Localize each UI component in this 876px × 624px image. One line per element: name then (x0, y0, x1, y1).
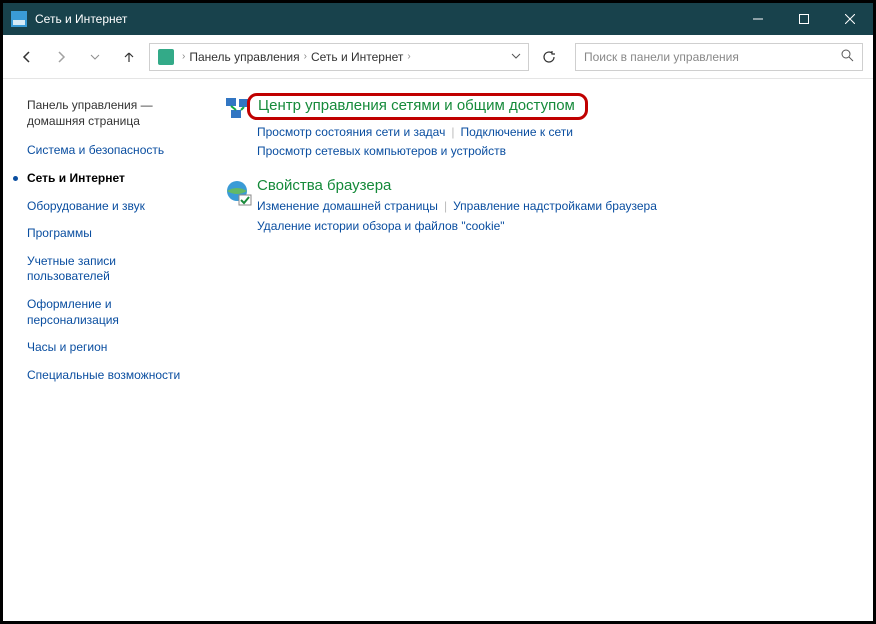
search-input[interactable]: Поиск в панели управления (575, 43, 863, 71)
section-network-center: Центр управления сетями и общим доступом… (221, 93, 853, 161)
close-button[interactable] (827, 3, 873, 35)
app-icon (11, 11, 27, 27)
chevron-right-icon: › (300, 51, 311, 62)
sidebar-item-programs[interactable]: Программы (27, 226, 199, 242)
link-view-devices[interactable]: Просмотр сетевых компьютеров и устройств (257, 144, 506, 158)
refresh-button[interactable] (535, 43, 563, 71)
sidebar-item-hardware[interactable]: Оборудование и звук (27, 199, 199, 215)
link-network-center[interactable]: Центр управления сетями и общим доступом (247, 93, 588, 120)
link-addons[interactable]: Управление надстройками браузера (453, 199, 657, 213)
back-button[interactable] (13, 43, 41, 71)
window-title: Сеть и Интернет (35, 12, 735, 26)
link-browser-props[interactable]: Свойства браузера (257, 177, 853, 194)
search-placeholder: Поиск в панели управления (584, 50, 739, 64)
link-clear-history[interactable]: Удаление истории обзора и файлов "cookie… (257, 219, 505, 233)
breadcrumb-here[interactable]: Сеть и Интернет (311, 50, 403, 64)
search-icon (841, 49, 854, 65)
sidebar-item-system[interactable]: Система и безопасность (27, 143, 199, 159)
sidebar-item-accounts[interactable]: Учетные записи пользователей (27, 254, 199, 285)
minimize-button[interactable] (735, 3, 781, 35)
sidebar-item-access[interactable]: Специальные возможности (27, 368, 199, 384)
sidebar-item-clock[interactable]: Часы и регион (27, 340, 199, 356)
content: Панель управления — домашняя страница Си… (3, 79, 873, 615)
maximize-button[interactable] (781, 3, 827, 35)
panel-icon (158, 49, 174, 65)
link-connect-network[interactable]: Подключение к сети (460, 125, 572, 139)
titlebar: Сеть и Интернет (3, 3, 873, 35)
browser-icon (221, 177, 257, 235)
address-bar[interactable]: › Панель управления › Сеть и Интернет › (149, 43, 529, 71)
chevron-right-icon: › (178, 51, 189, 62)
history-dropdown[interactable] (81, 43, 109, 71)
sidebar-item-appearance[interactable]: Оформление и персонализация (27, 297, 199, 328)
chevron-right-icon: › (403, 51, 414, 62)
address-dropdown[interactable] (504, 50, 528, 64)
toolbar: › Панель управления › Сеть и Интернет › … (3, 35, 873, 79)
up-button[interactable] (115, 43, 143, 71)
sidebar-home[interactable]: Панель управления — домашняя страница (27, 97, 199, 129)
forward-button[interactable] (47, 43, 75, 71)
sidebar: Панель управления — домашняя страница Си… (3, 79, 213, 615)
section-browser: Свойства браузера Изменение домашней стр… (221, 177, 853, 235)
sidebar-item-network[interactable]: Сеть и Интернет (27, 171, 199, 187)
link-homepage[interactable]: Изменение домашней страницы (257, 199, 438, 213)
main-panel: Центр управления сетями и общим доступом… (213, 79, 873, 615)
breadcrumb-root[interactable]: Панель управления (189, 50, 299, 64)
link-network-status[interactable]: Просмотр состояния сети и задач (257, 125, 445, 139)
